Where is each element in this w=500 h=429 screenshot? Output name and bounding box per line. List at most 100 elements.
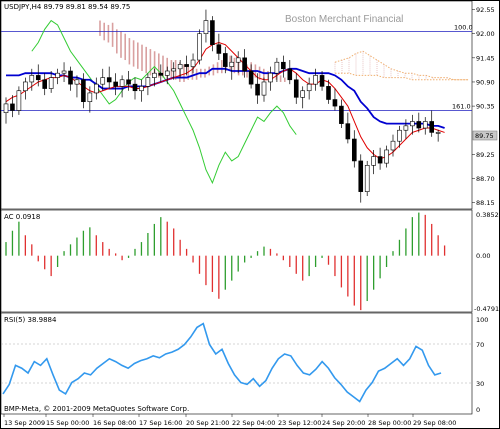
- candle-body: [190, 59, 196, 67]
- candle-body: [10, 103, 15, 111]
- candle-body: [3, 103, 9, 113]
- candle-body: [197, 33, 202, 61]
- candle-body: [35, 75, 41, 81]
- candle-body: [68, 70, 73, 85]
- candle-body: [339, 105, 344, 124]
- candle-body: [42, 79, 48, 89]
- price-panel[interactable]: Boston Merchant Financial 100.0 161.0 USD…: [0, 0, 498, 210]
- candle-body: [184, 64, 189, 67]
- candle-body: [126, 79, 131, 85]
- rsi-tick-70: 70: [476, 341, 484, 349]
- rsi-panel[interactable]: RSI(5) 38.9884 100 70 30 0 BMP-Meta, © 2…: [0, 312, 488, 415]
- candle-body: [113, 81, 118, 87]
- candle-body: [94, 83, 99, 94]
- candle-body: [326, 86, 331, 100]
- candle-body: [306, 83, 312, 92]
- candle-body: [268, 72, 273, 83]
- candle-body: [216, 44, 222, 54]
- ac-panel-border: [0, 209, 473, 313]
- time-tick-label: 15 Sep 00:00: [46, 419, 89, 427]
- candle-body: [435, 132, 441, 134]
- candle-body: [248, 70, 254, 85]
- rsi-tick-0: 0: [476, 406, 480, 414]
- candle-body: [313, 75, 318, 85]
- candle-body: [235, 57, 241, 63]
- time-tick-label: 17 Sep 16:00: [139, 419, 182, 427]
- fib-label-161: 161.0: [452, 102, 471, 110]
- candle-body: [345, 123, 351, 140]
- current-price-marker: 89.75: [472, 130, 498, 141]
- candle-body: [74, 79, 80, 85]
- candle-body: [81, 79, 86, 103]
- copyright-footer: BMP-Meta, © 2001-2009 MetaQuotes Softwar…: [4, 405, 189, 413]
- candle-body: [210, 20, 215, 45]
- price-tick: 90.35: [476, 103, 495, 111]
- time-tick-label: 13 Sep 2009: [4, 419, 45, 427]
- candle-body: [164, 70, 170, 76]
- candle-body: [23, 81, 28, 92]
- candle-body: [139, 86, 144, 92]
- candle-body: [300, 90, 306, 98]
- ac-panel[interactable]: AC 0.0918 0.3852 0.00 -0.4791: [0, 209, 499, 313]
- candle-body: [229, 61, 235, 67]
- candle-body: [48, 77, 54, 89]
- candle-body: [61, 70, 67, 74]
- time-tick-label: 16 Sep 08:00: [93, 419, 136, 427]
- price-tick: 92.00: [476, 30, 495, 38]
- candle-body: [145, 77, 151, 87]
- candle-body: [119, 79, 125, 87]
- candle-body: [332, 99, 338, 107]
- candle-body: [255, 83, 260, 96]
- chart-window[interactable]: Boston Merchant Financial 100.0 161.0 USD…: [0, 0, 500, 429]
- candle-body: [242, 57, 247, 72]
- candle-body: [384, 149, 389, 164]
- candle-body: [410, 121, 415, 127]
- price-tick: 91.45: [476, 54, 495, 62]
- candle-body: [29, 75, 35, 83]
- candle-body: [274, 61, 280, 74]
- candle-body: [390, 140, 396, 151]
- candle-body: [171, 68, 176, 72]
- candle-body: [358, 160, 364, 192]
- rsi-tick-30: 30: [476, 380, 484, 388]
- price-tick: 92.55: [476, 6, 495, 14]
- candle-body: [377, 156, 383, 164]
- price-tick: 90.90: [476, 78, 495, 86]
- time-tick-label: 23 Sep 12:00: [278, 419, 321, 427]
- candle-body: [223, 53, 228, 67]
- candle-body: [158, 72, 164, 76]
- candle-body: [319, 75, 325, 87]
- candle-body: [403, 125, 409, 131]
- ac-caption: AC 0.0918: [4, 213, 40, 221]
- candle-body: [87, 92, 93, 103]
- price-panel-border: [0, 0, 473, 210]
- ac-tick-bottom: -0.4791: [474, 305, 499, 313]
- time-tick-label: 22 Sep 04:00: [232, 419, 275, 427]
- candle-body: [429, 121, 435, 133]
- current-price-label: 89.75: [475, 132, 494, 140]
- fib-label-100: 100.0: [454, 24, 473, 32]
- candle-body: [132, 83, 138, 92]
- price-tick: 89.25: [476, 151, 495, 159]
- candle-body: [281, 61, 286, 70]
- time-tick-label: 24 Sep 20:00: [322, 419, 365, 427]
- price-tick: 88.15: [476, 199, 495, 207]
- time-tick-label: 28 Sep 00:00: [368, 419, 411, 427]
- price-axis: 92.55 92.00 91.45 90.90 90.35 89.25 88.70 88.15: [472, 6, 495, 207]
- candle-body: [203, 20, 209, 35]
- price-tick: 88.70: [476, 175, 495, 183]
- candle-body: [364, 165, 370, 192]
- time-tick-label: 29 Sep 08:00: [413, 419, 456, 427]
- candle-body: [397, 129, 402, 142]
- ac-tick-zero: 0.00: [476, 252, 490, 260]
- ac-tick-top: 0.3852: [476, 211, 499, 219]
- candle-body: [100, 77, 106, 85]
- candle-body: [351, 138, 357, 162]
- candle-body: [177, 64, 183, 70]
- candle-body: [106, 77, 112, 83]
- rsi-caption: RSI(5) 38.9884: [4, 316, 57, 324]
- candle-body: [152, 72, 157, 78]
- candle-body: [261, 81, 267, 96]
- candle-body: [16, 90, 22, 111]
- candle-body: [371, 156, 376, 166]
